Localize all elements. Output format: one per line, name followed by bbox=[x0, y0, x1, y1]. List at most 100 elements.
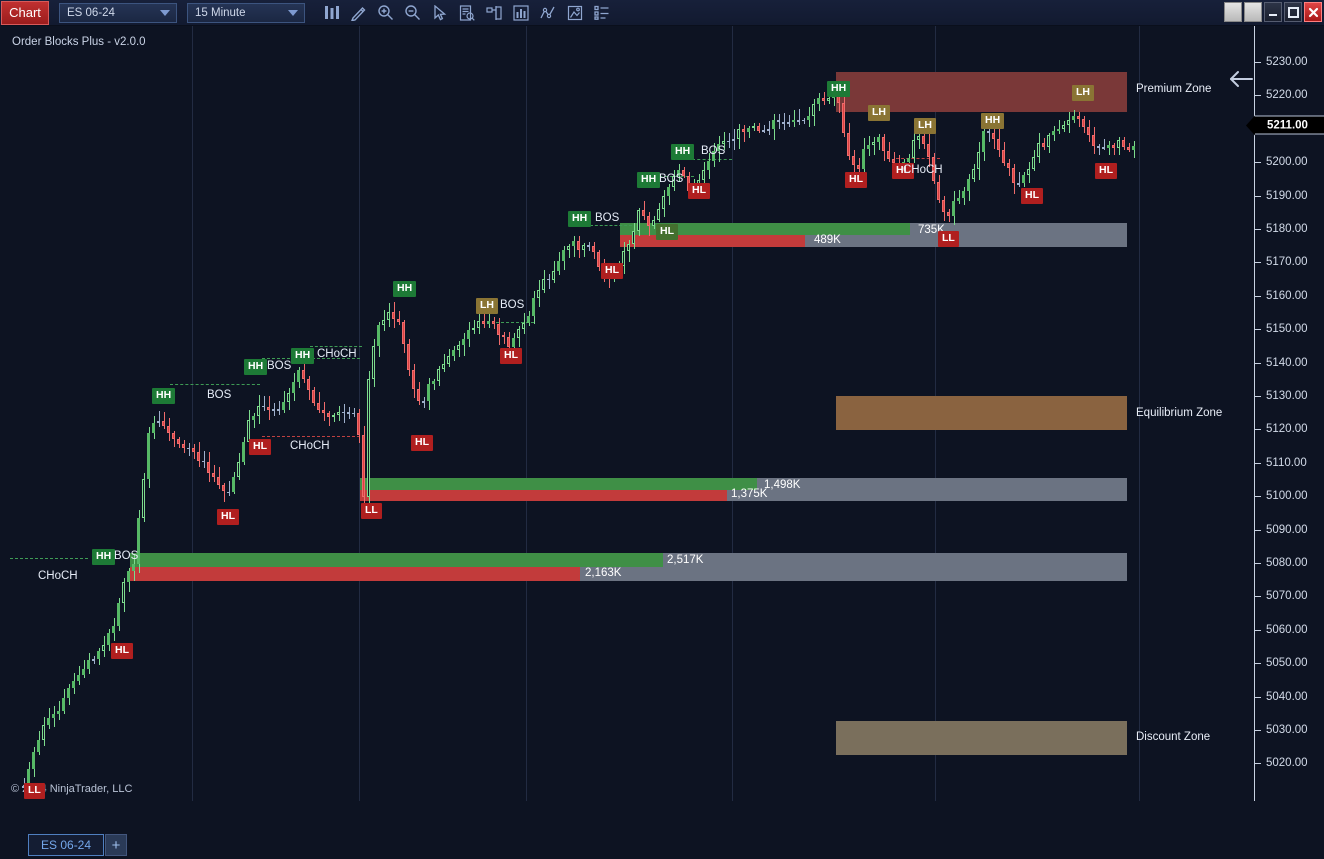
data-box-icon[interactable] bbox=[453, 1, 480, 25]
price-axis-label: 5140.00 bbox=[1266, 357, 1308, 369]
price-axis-label: 5100.00 bbox=[1266, 490, 1308, 502]
draw-pencil-icon[interactable] bbox=[345, 1, 372, 25]
price-axis-tick bbox=[1255, 62, 1261, 63]
price-axis[interactable]: 5230.005220.005200.005190.005180.005170.… bbox=[1254, 26, 1324, 801]
equilibrium-zone-label: Equilibrium Zone bbox=[1136, 407, 1222, 419]
bar-chart-icon[interactable] bbox=[318, 1, 345, 25]
current-price-marker: 5211.00 bbox=[1255, 116, 1324, 135]
workspace-tab-es[interactable]: ES 06-24 bbox=[28, 834, 104, 856]
structure-tag-hh: HH bbox=[244, 359, 267, 375]
structure-tag-hl: HL bbox=[1095, 163, 1117, 179]
volume-band-lower-buy-bar bbox=[130, 553, 663, 567]
add-tab-label: + bbox=[112, 837, 121, 854]
price-axis-label: 5080.00 bbox=[1266, 557, 1308, 569]
maximize-button[interactable] bbox=[1284, 2, 1302, 22]
price-axis-tick bbox=[1255, 329, 1261, 330]
price-axis-tick bbox=[1255, 363, 1261, 364]
volume-band-upper-sell-bar bbox=[620, 235, 805, 247]
period-selector[interactable]: 15 Minute bbox=[187, 3, 305, 23]
price-axis-tick bbox=[1255, 730, 1261, 731]
structure-tag-hl: HL bbox=[601, 263, 623, 279]
chart-window-tab-label: Chart bbox=[9, 5, 41, 20]
structure-line-bos bbox=[170, 384, 260, 385]
indicators-icon[interactable] bbox=[507, 1, 534, 25]
volume-band-middle-sell-bar bbox=[360, 490, 727, 501]
structure-text-bos: BOS bbox=[267, 360, 291, 372]
discount-zone bbox=[836, 721, 1127, 755]
restore-down-button[interactable] bbox=[1224, 2, 1242, 22]
discount-zone-label: Discount Zone bbox=[1136, 731, 1210, 743]
structure-tag-lh: LH bbox=[868, 105, 890, 121]
minimize-button[interactable] bbox=[1264, 2, 1282, 22]
price-axis-tick bbox=[1255, 396, 1261, 397]
structure-tag-hh: HH bbox=[92, 549, 115, 565]
zoom-in-icon[interactable] bbox=[372, 1, 399, 25]
price-axis-tick bbox=[1255, 296, 1261, 297]
price-axis-tick bbox=[1255, 763, 1261, 764]
price-axis-label: 5050.00 bbox=[1266, 657, 1308, 669]
chevron-down-icon bbox=[160, 10, 170, 16]
volume-band-lower-sell-bar bbox=[130, 567, 580, 581]
price-axis-tick bbox=[1255, 196, 1261, 197]
price-axis-label: 5020.00 bbox=[1266, 757, 1308, 769]
price-axis-tick bbox=[1255, 596, 1261, 597]
structure-tag-hh: HH bbox=[393, 281, 416, 297]
restore-button[interactable] bbox=[1244, 2, 1262, 22]
instrument-selector[interactable]: ES 06-24 bbox=[59, 3, 177, 23]
price-axis-label: 5200.00 bbox=[1266, 156, 1308, 168]
structure-text-bos: BOS bbox=[114, 550, 138, 562]
structure-tag-hl: HL bbox=[1021, 188, 1043, 204]
arrow-left-icon[interactable] bbox=[1228, 70, 1254, 93]
structure-text-choch: CHoCH bbox=[903, 164, 943, 176]
price-axis-tick bbox=[1255, 95, 1261, 96]
price-axis-label: 5110.00 bbox=[1266, 457, 1307, 469]
structure-line-bos bbox=[10, 558, 88, 559]
structure-tag-hh: HH bbox=[291, 348, 314, 364]
add-tab-button[interactable]: + bbox=[105, 834, 127, 856]
structure-tag-ll: LL bbox=[361, 503, 382, 519]
close-button[interactable] bbox=[1304, 2, 1322, 22]
window-controls bbox=[1224, 2, 1322, 22]
list-icon[interactable] bbox=[588, 1, 615, 25]
structure-tag-hl: HL bbox=[411, 435, 433, 451]
structure-line-choch bbox=[310, 346, 362, 347]
price-axis-label: 5180.00 bbox=[1266, 223, 1308, 235]
equilibrium-zone bbox=[836, 396, 1127, 430]
structure-text-choch: CHoCH bbox=[290, 440, 330, 452]
price-axis-label: 5150.00 bbox=[1266, 323, 1308, 335]
gridline-vertical bbox=[526, 26, 527, 801]
zoom-out-icon[interactable] bbox=[399, 1, 426, 25]
price-axis-tick bbox=[1255, 663, 1261, 664]
price-axis-label: 5230.00 bbox=[1266, 56, 1308, 68]
structure-tag-hl: HL bbox=[111, 643, 133, 659]
chart-window-tab[interactable]: Chart bbox=[1, 1, 49, 25]
structure-tag-hl: HL bbox=[249, 439, 271, 455]
price-axis-label: 5060.00 bbox=[1266, 624, 1308, 636]
price-axis-tick bbox=[1255, 630, 1261, 631]
structure-tag-hl: HL bbox=[688, 183, 710, 199]
order-flow-icon[interactable] bbox=[480, 1, 507, 25]
price-axis-tick bbox=[1255, 530, 1261, 531]
price-axis-tick bbox=[1255, 697, 1261, 698]
indicator-title: Order Blocks Plus - v2.0.0 bbox=[12, 36, 146, 48]
toolbar-icon-group bbox=[318, 1, 615, 25]
price-axis-label: 5070.00 bbox=[1266, 590, 1308, 602]
pointer-icon[interactable] bbox=[426, 1, 453, 25]
structure-tag-ll: LL bbox=[938, 231, 959, 247]
snapshot-icon[interactable] bbox=[561, 1, 588, 25]
structure-text-bos: BOS bbox=[207, 389, 231, 401]
line-chart-icon[interactable] bbox=[534, 1, 561, 25]
structure-tag-hh: HH bbox=[568, 211, 591, 227]
price-axis-label: 5220.00 bbox=[1266, 89, 1308, 101]
structure-text-choch: CHoCH bbox=[38, 570, 78, 582]
price-axis-label: 5040.00 bbox=[1266, 691, 1308, 703]
chart-canvas[interactable]: Order Blocks Plus - v2.0.0 © 2024 NinjaT… bbox=[0, 26, 1254, 801]
structure-tag-hl: HL bbox=[845, 172, 867, 188]
instrument-selector-value: ES 06-24 bbox=[67, 7, 154, 19]
workspace-tab-label: ES 06-24 bbox=[41, 838, 91, 852]
volume-band-middle-buy-bar bbox=[360, 478, 757, 490]
structure-tag-hh: HH bbox=[981, 113, 1004, 129]
structure-tag-lh: LH bbox=[476, 298, 498, 314]
structure-tag-hh: HH bbox=[671, 144, 694, 160]
price-axis-label: 5190.00 bbox=[1266, 190, 1308, 202]
